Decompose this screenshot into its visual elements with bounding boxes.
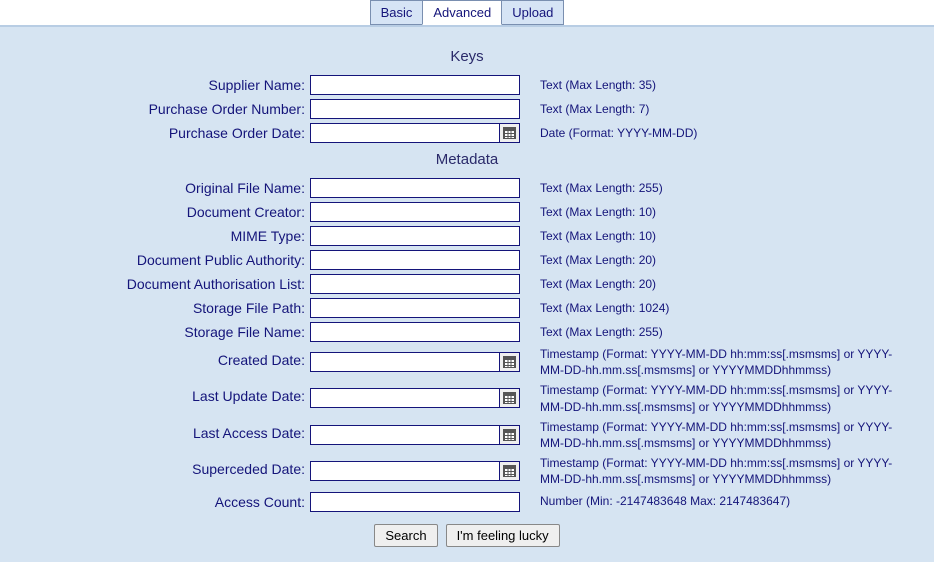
datepicker-superceded-date[interactable] [500,461,520,481]
hint-created-date: Timestamp (Format: YYYY-MM-DD hh:mm:ss[.… [520,346,934,378]
hint-last-update-date: Timestamp (Format: YYYY-MM-DD hh:mm:ss[.… [520,382,934,414]
hint-storage-file-path: Text (Max Length: 1024) [520,300,934,316]
input-doc-creator[interactable] [310,202,520,222]
hint-orig-file-name: Text (Max Length: 255) [520,180,934,196]
row-access-count: Access Count: Number (Min: -2147483648 M… [0,490,934,514]
row-last-update-date: Last Update Date: Timestamp (Format: YYY… [0,380,934,416]
label-last-update-date: Last Update Date: [0,382,310,404]
tab-upload[interactable]: Upload [501,0,564,25]
label-orig-file-name: Original File Name: [0,180,310,196]
label-po-number: Purchase Order Number: [0,101,310,117]
row-superceded-date: Superceded Date: Timestamp (Format: YYYY… [0,453,934,489]
row-created-date: Created Date: Timestamp (Format: YYYY-MM… [0,344,934,380]
datepicker-po-date[interactable] [500,123,520,143]
input-mime-type[interactable] [310,226,520,246]
input-doc-auth-list[interactable] [310,274,520,294]
hint-last-access-date: Timestamp (Format: YYYY-MM-DD hh:mm:ss[.… [520,419,934,451]
tab-basic[interactable]: Basic [370,0,424,25]
row-doc-public-authority: Document Public Authority: Text (Max Len… [0,248,934,272]
feeling-lucky-button[interactable]: I'm feeling lucky [446,524,560,547]
row-last-access-date: Last Access Date: Timestamp (Format: YYY… [0,417,934,453]
datepicker-created-date[interactable] [500,352,520,372]
input-storage-file-path[interactable] [310,298,520,318]
label-storage-file-name: Storage File Name: [0,324,310,340]
datepicker-last-access-date[interactable] [500,425,520,445]
hint-doc-creator: Text (Max Length: 10) [520,204,934,220]
advanced-search-panel: Keys Supplier Name: Text (Max Length: 35… [0,25,934,562]
section-keys-title: Keys [0,42,934,73]
label-last-access-date: Last Access Date: [0,419,310,441]
row-doc-creator: Document Creator: Text (Max Length: 10) [0,200,934,224]
search-button[interactable]: Search [374,524,437,547]
input-orig-file-name[interactable] [310,178,520,198]
row-orig-file-name: Original File Name: Text (Max Length: 25… [0,176,934,200]
input-supplier-name[interactable] [310,75,520,95]
input-po-date[interactable] [310,123,500,143]
datepicker-last-update-date[interactable] [500,388,520,408]
calendar-icon [503,429,516,441]
tab-bar: Basic Advanced Upload [0,0,934,25]
row-supplier-name: Supplier Name: Text (Max Length: 35) [0,73,934,97]
hint-doc-auth-list: Text (Max Length: 20) [520,276,934,292]
hint-supplier-name: Text (Max Length: 35) [520,77,934,93]
label-supplier-name: Supplier Name: [0,77,310,93]
input-po-number[interactable] [310,99,520,119]
label-created-date: Created Date: [0,346,310,368]
section-metadata-title: Metadata [0,145,934,176]
input-last-update-date[interactable] [310,388,500,408]
calendar-icon [503,127,516,139]
row-doc-auth-list: Document Authorisation List: Text (Max L… [0,272,934,296]
calendar-icon [503,356,516,368]
label-doc-creator: Document Creator: [0,204,310,220]
calendar-icon [503,392,516,404]
row-storage-file-name: Storage File Name: Text (Max Length: 255… [0,320,934,344]
hint-superceded-date: Timestamp (Format: YYYY-MM-DD hh:mm:ss[.… [520,455,934,487]
row-mime-type: MIME Type: Text (Max Length: 10) [0,224,934,248]
hint-po-date: Date (Format: YYYY-MM-DD) [520,125,934,141]
label-doc-public-authority: Document Public Authority: [0,252,310,268]
label-po-date: Purchase Order Date: [0,125,310,141]
label-mime-type: MIME Type: [0,228,310,244]
row-storage-file-path: Storage File Path: Text (Max Length: 102… [0,296,934,320]
label-superceded-date: Superceded Date: [0,455,310,477]
input-storage-file-name[interactable] [310,322,520,342]
hint-doc-public-authority: Text (Max Length: 20) [520,252,934,268]
label-storage-file-path: Storage File Path: [0,300,310,316]
hint-po-number: Text (Max Length: 7) [520,101,934,117]
tab-advanced[interactable]: Advanced [422,0,502,25]
hint-storage-file-name: Text (Max Length: 255) [520,324,934,340]
input-doc-public-authority[interactable] [310,250,520,270]
calendar-icon [503,465,516,477]
label-doc-auth-list: Document Authorisation List: [0,276,310,292]
input-last-access-date[interactable] [310,425,500,445]
input-access-count[interactable] [310,492,520,512]
row-po-date: Purchase Order Date: Date (Format: YYYY-… [0,121,934,145]
hint-access-count: Number (Min: -2147483648 Max: 2147483647… [520,493,934,509]
row-po-number: Purchase Order Number: Text (Max Length:… [0,97,934,121]
input-created-date[interactable] [310,352,500,372]
hint-mime-type: Text (Max Length: 10) [520,228,934,244]
button-row: Search I'm feeling lucky [0,524,934,547]
label-access-count: Access Count: [0,494,310,510]
input-superceded-date[interactable] [310,461,500,481]
